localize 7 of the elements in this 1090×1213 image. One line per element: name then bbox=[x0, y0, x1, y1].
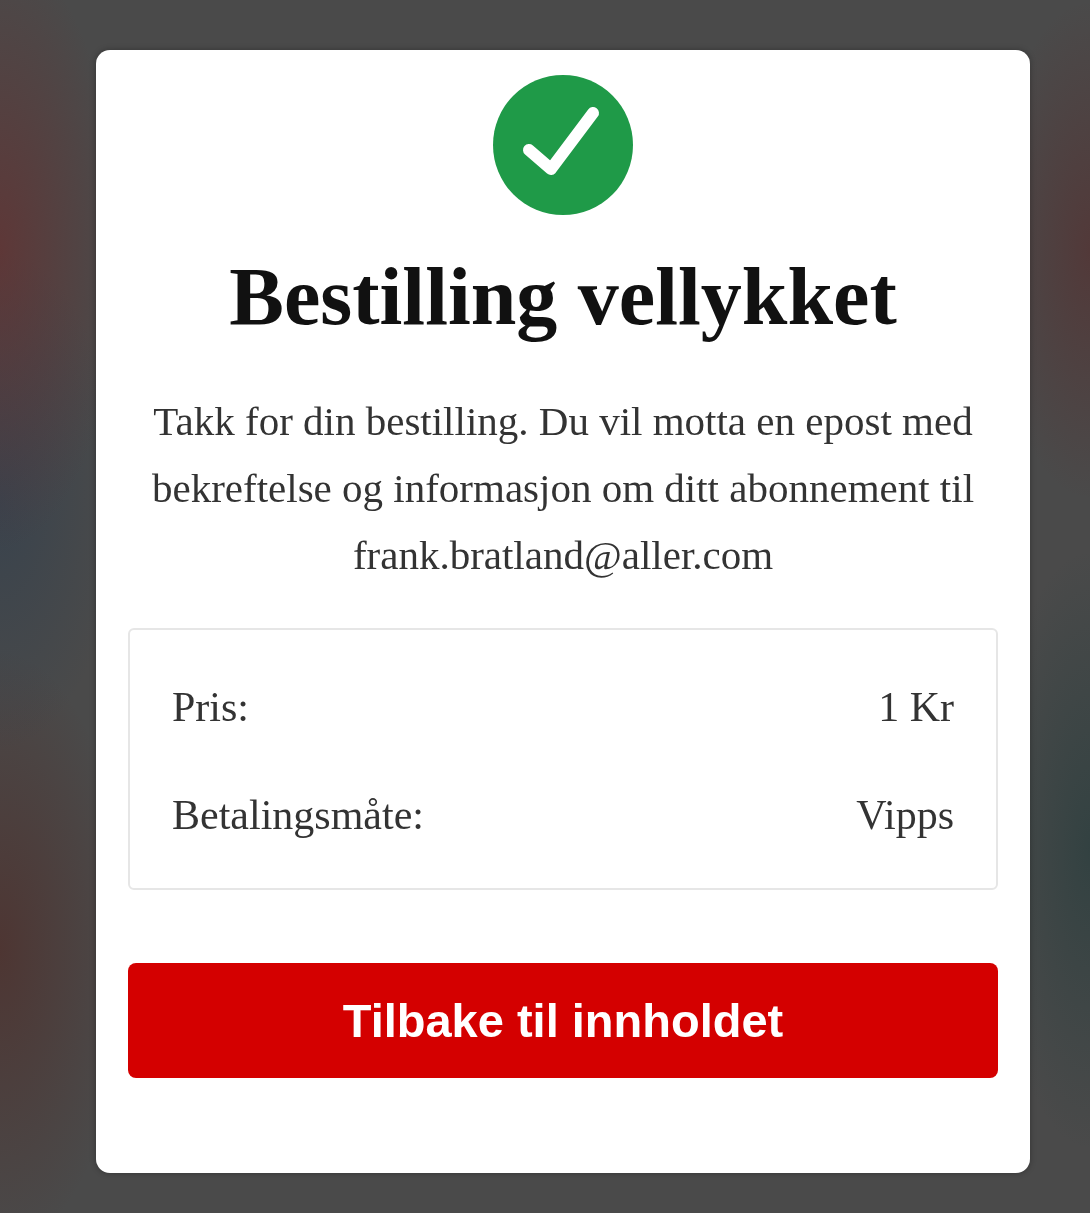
summary-value: 1 Kr bbox=[878, 686, 954, 728]
summary-label: Betalingsmåte: bbox=[172, 794, 424, 836]
confirmation-message: Takk for din bestilling. Du vil motta en epost med bekreftelse og informasjon om ditt abonnement til frank.bratland@aller.com bbox=[150, 397, 976, 580]
dialog-title: Bestilling vellykket bbox=[229, 252, 897, 342]
summary-value: Vipps bbox=[856, 794, 954, 836]
back-to-content-button[interactable]: Tilbake til innholdet bbox=[128, 963, 998, 1078]
summary-label: Pris: bbox=[172, 686, 250, 728]
